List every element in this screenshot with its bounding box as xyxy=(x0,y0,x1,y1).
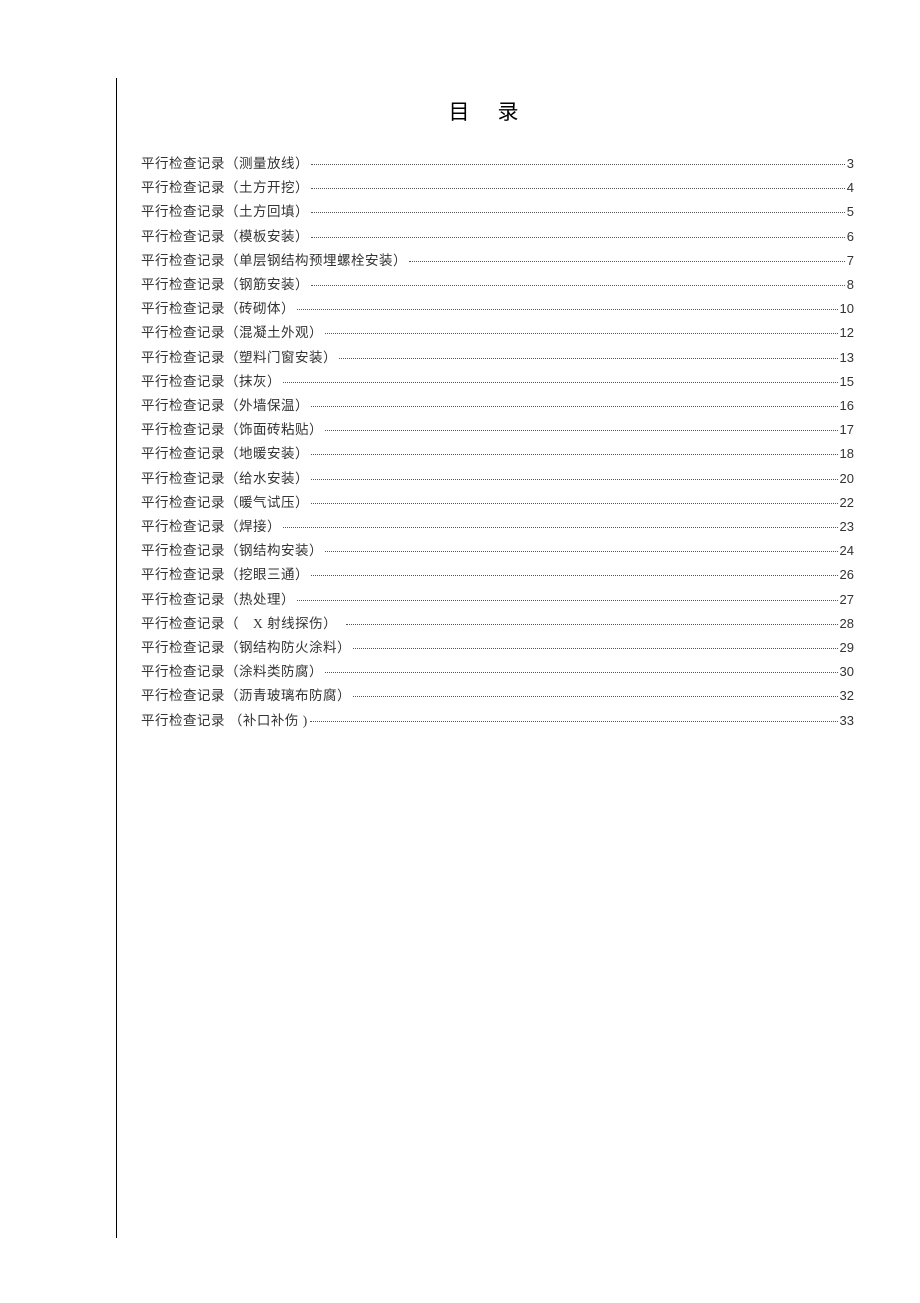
toc-leader-dots xyxy=(353,696,838,697)
toc-leader-dots xyxy=(283,382,838,383)
toc-leader-dots xyxy=(325,551,838,552)
toc-page-number: 29 xyxy=(840,636,854,660)
toc-page-number: 7 xyxy=(847,249,854,273)
toc-label: 平行检查记录（单层钢结构预埋螺栓安装） xyxy=(141,249,407,273)
toc-page-number: 6 xyxy=(847,225,854,249)
toc-item: 平行检查记录（抹灰） 15 xyxy=(141,370,854,394)
toc-label: 平行检查记录（砖砌体） xyxy=(141,297,295,321)
toc-page-number: 16 xyxy=(840,394,854,418)
toc-page-number: 3 xyxy=(847,152,854,176)
toc-leader-dots xyxy=(311,454,838,455)
toc-page-number: 8 xyxy=(847,273,854,297)
toc-page-number: 27 xyxy=(840,588,854,612)
toc-item: 平行检查记录（钢结构安装） 24 xyxy=(141,539,854,563)
toc-leader-dots xyxy=(311,285,845,286)
toc-item: 平行检查记录（给水安装） 20 xyxy=(141,467,854,491)
toc-label: 平行检查记录（钢筋安装） xyxy=(141,273,309,297)
toc-leader-dots xyxy=(311,212,845,213)
toc-page-number: 15 xyxy=(840,370,854,394)
toc-label: 平行检查记录（沥青玻璃布防腐） xyxy=(141,684,351,708)
toc-item: 平行检查记录（塑料门窗安装） 13 xyxy=(141,346,854,370)
toc-page-number: 17 xyxy=(840,418,854,442)
toc-page-number: 24 xyxy=(840,539,854,563)
toc-item: 平行检查记录（钢结构防火涂料） 29 xyxy=(141,636,854,660)
toc-leader-dots xyxy=(339,358,838,359)
toc-leader-dots xyxy=(311,406,838,407)
toc-leader-dots xyxy=(311,188,845,189)
toc-list: 平行检查记录（测量放线）3平行检查记录（土方开挖）4平行检查记录（土方回填）5平… xyxy=(141,152,854,733)
document-page: 目录 平行检查记录（测量放线）3平行检查记录（土方开挖）4平行检查记录（土方回填… xyxy=(116,78,854,1238)
toc-label: 平行检查记录（给水安装） xyxy=(141,467,309,491)
toc-item: 平行检查记录（外墙保温） 16 xyxy=(141,394,854,418)
toc-leader-dots xyxy=(297,309,838,310)
toc-label: 平行检查记录（热处理） xyxy=(141,588,295,612)
toc-item: 平行检查记录（模板安装） 6 xyxy=(141,225,854,249)
toc-item: 平行检查记录（暖气试压） 22 xyxy=(141,491,854,515)
toc-item: 平行检查记录（ X 射线探伤） 28 xyxy=(141,612,854,636)
toc-leader-dots xyxy=(311,503,838,504)
toc-label: 平行检查记录（焊接） xyxy=(141,515,281,539)
toc-leader-dots xyxy=(311,237,845,238)
toc-page-number: 13 xyxy=(840,346,854,370)
toc-item: 平行检查记录（土方开挖） 4 xyxy=(141,176,854,200)
toc-leader-dots xyxy=(325,672,838,673)
toc-label: 平行检查记录（土方开挖） xyxy=(141,176,309,200)
toc-item: 平行检查记录（土方回填） 5 xyxy=(141,200,854,224)
toc-leader-dots xyxy=(310,721,838,722)
toc-leader-dots xyxy=(409,261,845,262)
toc-item: 平行检查记录（焊接） 23 xyxy=(141,515,854,539)
toc-item: 平行检查记录 （补口补伤 ) 33 xyxy=(141,709,854,733)
toc-label: 平行检查记录 （补口补伤 ) xyxy=(141,709,308,733)
toc-label: 平行检查记录（混凝土外观） xyxy=(141,321,323,345)
toc-page-number: 22 xyxy=(840,491,854,515)
toc-leader-dots xyxy=(325,333,838,334)
toc-label: 平行检查记录（模板安装） xyxy=(141,225,309,249)
toc-item: 平行检查记录（挖眼三通） 26 xyxy=(141,563,854,587)
toc-label: 平行检查记录（土方回填） xyxy=(141,200,309,224)
toc-item: 平行检查记录（沥青玻璃布防腐） 32 xyxy=(141,684,854,708)
toc-page-number: 28 xyxy=(840,612,854,636)
toc-label: 平行检查记录（饰面砖粘贴） xyxy=(141,418,323,442)
toc-item: 平行检查记录（地暖安装） 18 xyxy=(141,442,854,466)
toc-page-number: 4 xyxy=(847,176,854,200)
toc-item: 平行检查记录（热处理） 27 xyxy=(141,588,854,612)
toc-label: 平行检查记录（ X 射线探伤） xyxy=(141,612,344,636)
toc-page-number: 12 xyxy=(840,321,854,345)
toc-label: 平行检查记录（涂料类防腐） xyxy=(141,660,323,684)
toc-label: 平行检查记录（地暖安装） xyxy=(141,442,309,466)
toc-item: 平行检查记录（涂料类防腐） 30 xyxy=(141,660,854,684)
toc-label: 平行检查记录（钢结构安装） xyxy=(141,539,323,563)
toc-item: 平行检查记录（饰面砖粘贴） 17 xyxy=(141,418,854,442)
toc-page-number: 26 xyxy=(840,563,854,587)
toc-page-number: 32 xyxy=(840,684,854,708)
toc-label: 平行检查记录（测量放线） xyxy=(141,152,309,176)
toc-page-number: 30 xyxy=(840,660,854,684)
toc-leader-dots xyxy=(311,164,845,165)
toc-item: 平行检查记录（单层钢结构预埋螺栓安装） 7 xyxy=(141,249,854,273)
toc-page-number: 23 xyxy=(840,515,854,539)
toc-leader-dots xyxy=(311,575,838,576)
page-title: 目录 xyxy=(141,96,854,126)
toc-label: 平行检查记录（钢结构防火涂料） xyxy=(141,636,351,660)
toc-item: 平行检查记录（测量放线） 3 xyxy=(141,152,854,176)
toc-page-number: 33 xyxy=(840,709,854,733)
toc-item: 平行检查记录（混凝土外观） 12 xyxy=(141,321,854,345)
toc-item: 平行检查记录（砖砌体） 10 xyxy=(141,297,854,321)
toc-label: 平行检查记录（挖眼三通） xyxy=(141,563,309,587)
toc-item: 平行检查记录（钢筋安装） 8 xyxy=(141,273,854,297)
toc-page-number: 10 xyxy=(840,297,854,321)
toc-page-number: 5 xyxy=(847,200,854,224)
toc-label: 平行检查记录（抹灰） xyxy=(141,370,281,394)
toc-label: 平行检查记录（塑料门窗安装） xyxy=(141,346,337,370)
toc-leader-dots xyxy=(311,479,838,480)
toc-leader-dots xyxy=(353,648,838,649)
toc-label: 平行检查记录（暖气试压） xyxy=(141,491,309,515)
toc-leader-dots xyxy=(283,527,838,528)
toc-page-number: 18 xyxy=(840,442,854,466)
toc-label: 平行检查记录（外墙保温） xyxy=(141,394,309,418)
toc-leader-dots xyxy=(346,624,837,625)
toc-page-number: 20 xyxy=(840,467,854,491)
toc-leader-dots xyxy=(325,430,838,431)
toc-leader-dots xyxy=(297,600,838,601)
